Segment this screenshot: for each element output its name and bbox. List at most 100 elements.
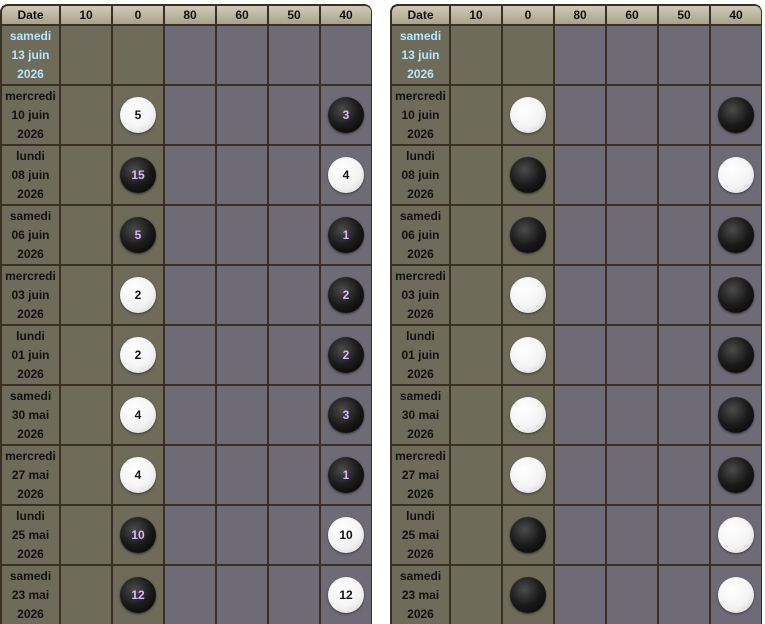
white-stone[interactable] <box>510 97 546 133</box>
date-num: 03 juin <box>11 287 50 302</box>
black-stone[interactable] <box>510 217 546 253</box>
white-stone[interactable]: 10 <box>328 517 364 553</box>
grid-cell <box>711 386 761 444</box>
black-stone[interactable]: 15 <box>120 157 156 193</box>
black-stone[interactable]: 1 <box>328 457 364 493</box>
date-cell: lundi 08 juin 2026 <box>392 146 449 204</box>
black-stone[interactable] <box>718 337 754 373</box>
date-year: 2026 <box>407 366 434 381</box>
grid-cell <box>659 26 709 84</box>
white-stone[interactable] <box>510 457 546 493</box>
grid-cell <box>503 26 553 84</box>
white-stone[interactable]: 4 <box>120 457 156 493</box>
black-stone[interactable]: 10 <box>120 517 156 553</box>
date-num: 13 juin <box>11 47 50 62</box>
black-stone[interactable]: 3 <box>328 397 364 433</box>
grid-cell <box>503 86 553 144</box>
white-stone[interactable] <box>510 277 546 313</box>
grid-cell <box>269 566 319 624</box>
date-day: lundi <box>16 148 45 163</box>
grid-cell <box>217 506 267 564</box>
white-stone[interactable]: 4 <box>120 397 156 433</box>
black-stone[interactable] <box>510 157 546 193</box>
date-cell: lundi 25 mai 2026 <box>2 506 59 564</box>
date-cell: samedi 06 juin 2026 <box>2 206 59 264</box>
grid-cell: 12 <box>113 566 163 624</box>
black-stone[interactable] <box>718 457 754 493</box>
date-cell-today: samedi 13 juin 2026 <box>2 26 59 84</box>
grid-cell: 2 <box>113 326 163 384</box>
grid-cell <box>61 566 111 624</box>
grid-cell <box>503 506 553 564</box>
date-num: 10 juin <box>401 107 440 122</box>
date-day: samedi <box>9 28 52 43</box>
black-stone[interactable] <box>510 577 546 613</box>
date-day: samedi <box>399 208 442 223</box>
black-stone[interactable]: 12 <box>120 577 156 613</box>
black-stone[interactable] <box>718 277 754 313</box>
grid-cell <box>269 266 319 324</box>
results-board-numbered: Date 10 0 80 60 50 40 samedi 13 juin 2026 mercredi… <box>0 4 372 624</box>
white-stone[interactable] <box>718 517 754 553</box>
grid-cell <box>711 566 761 624</box>
header-date: Date <box>392 6 449 24</box>
grid-cell <box>607 446 657 504</box>
black-stone[interactable] <box>510 517 546 553</box>
grid-cell <box>503 206 553 264</box>
date-day: mercredi <box>395 268 446 283</box>
grid-cell <box>607 386 657 444</box>
grid-cell <box>269 506 319 564</box>
date-year: 2026 <box>17 306 44 321</box>
grid-cell <box>165 26 215 84</box>
white-stone[interactable]: 5 <box>120 97 156 133</box>
grid-cell <box>659 266 709 324</box>
grid-cell <box>217 566 267 624</box>
grid-cell <box>165 206 215 264</box>
black-stone[interactable]: 2 <box>328 277 364 313</box>
black-stone[interactable]: 2 <box>328 337 364 373</box>
header-col-50: 50 <box>269 6 319 24</box>
white-stone[interactable]: 12 <box>328 577 364 613</box>
black-stone[interactable] <box>718 97 754 133</box>
grid-cell <box>659 86 709 144</box>
grid-cell <box>659 386 709 444</box>
grid-cell <box>61 386 111 444</box>
grid-cell <box>711 266 761 324</box>
white-stone[interactable] <box>510 337 546 373</box>
white-stone[interactable]: 2 <box>120 277 156 313</box>
date-year: 2026 <box>407 246 434 261</box>
grid-cell <box>659 446 709 504</box>
black-stone[interactable] <box>718 397 754 433</box>
white-stone[interactable] <box>718 577 754 613</box>
black-stone[interactable]: 5 <box>120 217 156 253</box>
grid-cell: 5 <box>113 86 163 144</box>
white-stone[interactable]: 4 <box>328 157 364 193</box>
black-stone[interactable]: 1 <box>328 217 364 253</box>
grid-cell: 5 <box>113 206 163 264</box>
grid-cell <box>555 566 605 624</box>
date-day: samedi <box>9 208 52 223</box>
white-stone[interactable] <box>510 397 546 433</box>
grid-cell <box>165 86 215 144</box>
grid-cell <box>451 26 501 84</box>
date-num: 23 mai <box>401 587 440 602</box>
date-year: 2026 <box>17 366 44 381</box>
grid-cell <box>607 26 657 84</box>
white-stone[interactable]: 2 <box>120 337 156 373</box>
grid-cell <box>503 386 553 444</box>
date-num: 10 juin <box>11 107 50 122</box>
black-stone[interactable]: 3 <box>328 97 364 133</box>
grid-cell <box>451 266 501 324</box>
black-stone[interactable] <box>718 217 754 253</box>
grid-cell <box>555 326 605 384</box>
grid-cell <box>451 326 501 384</box>
grid-cell <box>165 146 215 204</box>
date-cell: mercredi 10 juin 2026 <box>392 86 449 144</box>
grid-cell: 10 <box>321 506 371 564</box>
date-day: lundi <box>406 508 435 523</box>
grid-cell <box>217 146 267 204</box>
grid-cell <box>61 326 111 384</box>
white-stone[interactable] <box>718 157 754 193</box>
date-cell: mercredi 27 mai 2026 <box>2 446 59 504</box>
grid-cell: 2 <box>321 266 371 324</box>
